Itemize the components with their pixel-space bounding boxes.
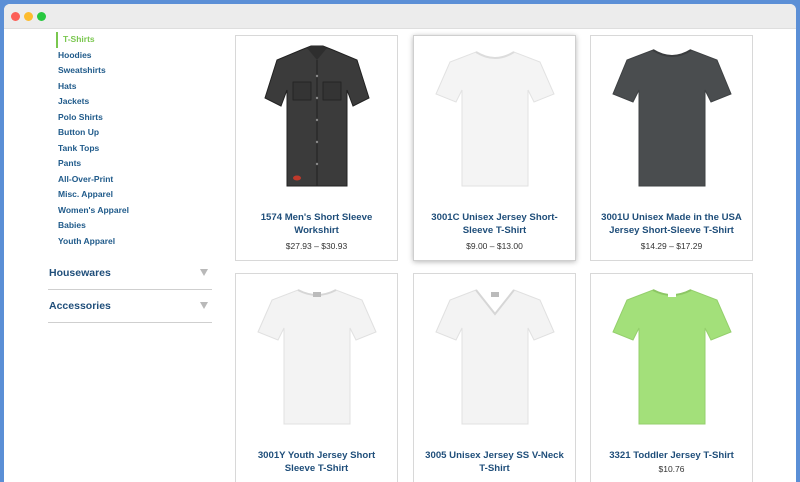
product-title[interactable]: 3001C Unisex Jersey Short-Sleeve T-Shirt xyxy=(420,212,569,237)
product-price: $14.29 – $17.29 xyxy=(640,241,703,251)
section-title: Accessories xyxy=(49,300,111,312)
product-card[interactable]: 3001C Unisex Jersey Short-Sleeve T-Shirt… xyxy=(413,35,576,261)
category-item-sweatshirts[interactable]: Sweatshirts xyxy=(58,63,212,79)
expand-arrow-icon[interactable] xyxy=(200,269,208,276)
product-title[interactable]: 1574 Men's Short Sleeve Workshirt xyxy=(242,212,391,237)
category-item-womens-apparel[interactable]: Women's Apparel xyxy=(58,203,212,219)
browser-window: T-Shirts Hoodies Sweatshirts Hats Jacket… xyxy=(4,4,796,482)
category-item-tank-tops[interactable]: Tank Tops xyxy=(58,141,212,157)
product-price: $10.76 xyxy=(658,464,685,474)
category-item-t-shirts[interactable]: T-Shirts xyxy=(56,32,212,48)
category-item-babies[interactable]: Babies xyxy=(58,218,212,234)
expand-arrow-icon[interactable] xyxy=(200,302,208,309)
vneck-tshirt-icon xyxy=(434,289,555,425)
category-list: T-Shirts Hoodies Sweatshirts Hats Jacket… xyxy=(48,32,212,249)
tshirt-icon xyxy=(256,289,377,425)
tshirt-icon xyxy=(611,49,732,187)
category-item-polo-shirts[interactable]: Polo Shirts xyxy=(58,110,212,126)
workshirt-icon xyxy=(263,45,370,187)
category-item-all-over-print[interactable]: All-Over-Print xyxy=(58,172,212,188)
category-sidebar: T-Shirts Hoodies Sweatshirts Hats Jacket… xyxy=(48,32,212,323)
product-card[interactable]: 1574 Men's Short Sleeve Workshirt $27.93… xyxy=(235,35,398,261)
product-image[interactable] xyxy=(414,36,575,196)
category-item-hoodies[interactable]: Hoodies xyxy=(58,48,212,64)
section-accessories[interactable]: Accessories xyxy=(48,290,212,323)
product-title[interactable]: 3005 Unisex Jersey SS V-Neck T-Shirt xyxy=(420,450,569,475)
category-item-misc-apparel[interactable]: Misc. Apparel xyxy=(58,187,212,203)
section-housewares[interactable]: Housewares xyxy=(48,257,212,290)
product-card[interactable]: 3005 Unisex Jersey SS V-Neck T-Shirt xyxy=(413,273,576,482)
section-title: Housewares xyxy=(49,267,111,279)
product-image[interactable] xyxy=(236,274,397,434)
product-image[interactable] xyxy=(414,274,575,434)
close-window-button[interactable] xyxy=(11,12,20,21)
minimize-window-button[interactable] xyxy=(24,12,33,21)
product-title[interactable]: 3321 Toddler Jersey T-Shirt xyxy=(597,450,746,463)
category-item-hats[interactable]: Hats xyxy=(58,79,212,95)
product-image[interactable] xyxy=(591,36,752,196)
tshirt-icon xyxy=(611,289,732,425)
maximize-window-button[interactable] xyxy=(37,12,46,21)
tshirt-icon xyxy=(434,51,555,187)
category-item-button-up[interactable]: Button Up xyxy=(58,125,212,141)
product-title[interactable]: 3001U Unisex Made in the USA Jersey Shor… xyxy=(597,212,746,237)
category-item-youth-apparel[interactable]: Youth Apparel xyxy=(58,234,212,250)
title-bar xyxy=(4,4,796,29)
product-card[interactable]: 3001U Unisex Made in the USA Jersey Shor… xyxy=(590,35,753,261)
product-price: $9.00 – $13.00 xyxy=(466,241,523,251)
product-image[interactable] xyxy=(236,36,397,196)
product-image[interactable] xyxy=(591,274,752,434)
product-card[interactable]: 3001Y Youth Jersey Short Sleeve T-Shirt xyxy=(235,273,398,482)
category-item-pants[interactable]: Pants xyxy=(58,156,212,172)
product-price: $27.93 – $30.93 xyxy=(285,241,348,251)
category-item-jackets[interactable]: Jackets xyxy=(58,94,212,110)
product-card[interactable]: 3321 Toddler Jersey T-Shirt $10.76 xyxy=(590,273,753,482)
product-title[interactable]: 3001Y Youth Jersey Short Sleeve T-Shirt xyxy=(242,450,391,475)
